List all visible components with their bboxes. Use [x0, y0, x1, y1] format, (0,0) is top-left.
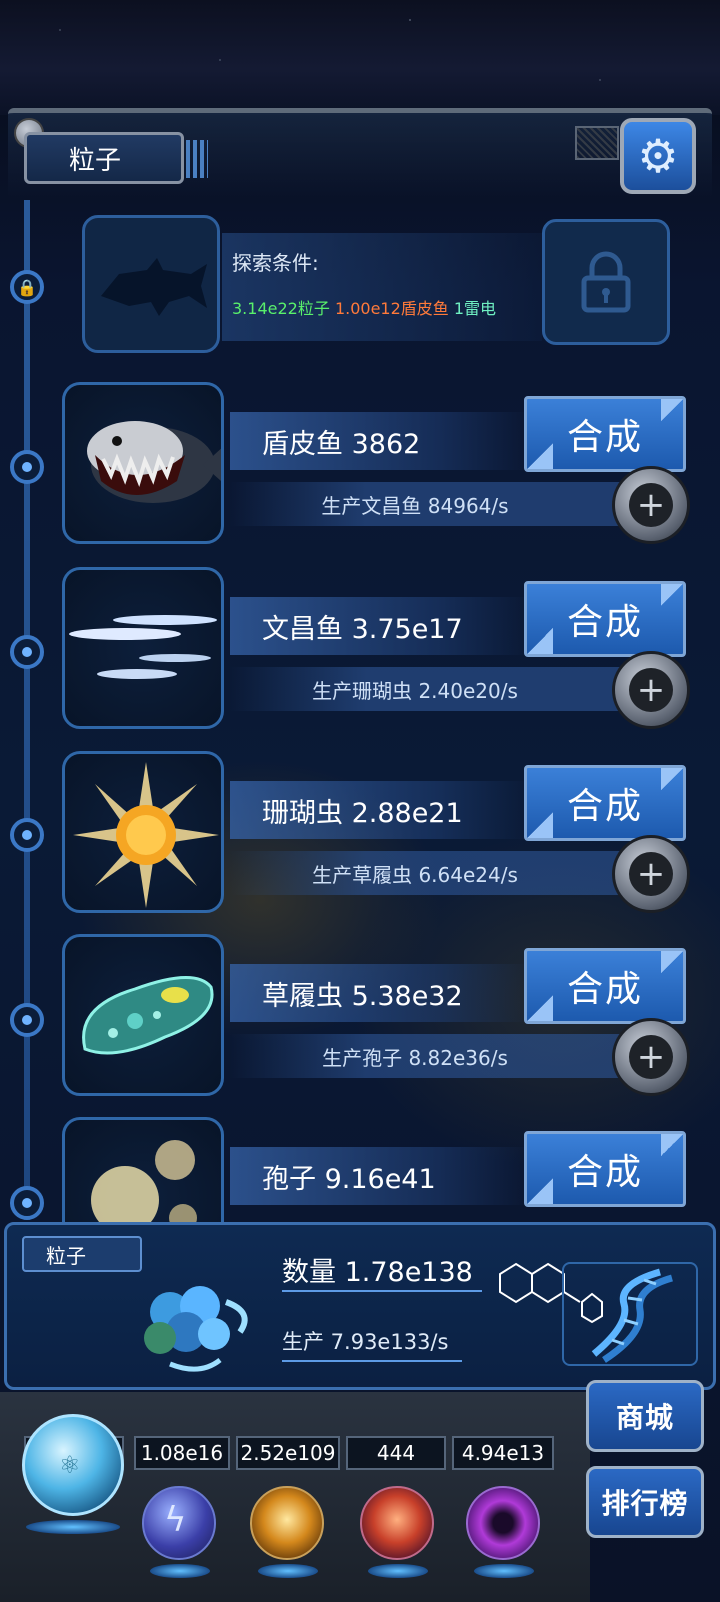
condition-title: 探索条件: — [232, 251, 319, 275]
requirement-particles: 3.14e22粒子 — [232, 299, 330, 318]
space-background — [0, 0, 720, 115]
production-rate: 生产文昌鱼 84964/s — [230, 482, 620, 526]
particle-production: 生产 7.93e133/s — [282, 1330, 449, 1354]
progress-rail — [24, 200, 30, 1220]
locked-button[interactable] — [542, 219, 670, 345]
creature-name: 文昌鱼 3.75e17 — [230, 597, 530, 655]
resource-energy: 2.52e109 — [236, 1436, 340, 1470]
orb-pedestal — [474, 1564, 534, 1578]
dna-icon — [591, 1268, 673, 1363]
production-underline — [282, 1360, 462, 1362]
dunkleosteus-icon — [87, 421, 221, 503]
orb-pedestal — [258, 1564, 318, 1578]
creature-thumb-coral-polyp[interactable] — [62, 751, 224, 913]
creature-name: 草履虫 5.38e32 — [230, 964, 530, 1022]
rail-node — [10, 1003, 44, 1037]
plus-icon: + — [629, 483, 673, 527]
rail-node — [10, 818, 44, 852]
locked-creature-card: 探索条件: 3.14e22粒子 1.00e12盾皮鱼 1雷电 — [82, 215, 672, 355]
creature-row: 珊瑚虫 2.88e21 合成 生产草履虫 6.64e24/s + — [60, 751, 690, 919]
requirement-fish: 1.00e12盾皮鱼 — [334, 299, 449, 318]
blackhole-orb-button[interactable] — [466, 1486, 540, 1560]
rail-node — [10, 450, 44, 484]
synthesize-button[interactable]: 合成 — [524, 765, 686, 841]
creature-name: 盾皮鱼 3862 — [230, 412, 530, 470]
creature-name: 珊瑚虫 2.88e21 — [230, 781, 530, 839]
paramecium-icon — [82, 976, 214, 1055]
creature-row: 草履虫 5.38e32 合成 生产孢子 8.82e36/s + — [60, 934, 690, 1102]
gear-icon: ⚙ — [637, 129, 679, 183]
rail-node — [10, 635, 44, 669]
coral-polyp-icon — [73, 762, 219, 908]
resource-blackhole: 4.94e13 — [452, 1436, 554, 1470]
add-button[interactable]: + — [612, 835, 690, 913]
locked-creature-thumb — [82, 215, 220, 353]
particle-panel-tab: 粒子 — [22, 1236, 142, 1272]
creature-thumb-dunkleosteus[interactable] — [62, 382, 224, 544]
plus-icon: + — [629, 1035, 673, 1079]
synthesize-button[interactable]: 合成 — [524, 948, 686, 1024]
energy-orb-button[interactable] — [250, 1486, 324, 1560]
dna-panel[interactable] — [562, 1262, 698, 1366]
shop-button[interactable]: 商城 — [586, 1380, 704, 1452]
settings-button[interactable]: ⚙ — [620, 118, 696, 194]
shark-silhouette-icon — [101, 258, 207, 316]
add-button[interactable]: + — [612, 466, 690, 544]
synthesize-button[interactable]: 合成 — [524, 1131, 686, 1207]
resource-brain: 444 — [346, 1436, 446, 1470]
lancelet-icon — [69, 615, 217, 679]
production-rate: 生产珊瑚虫 2.40e20/s — [230, 667, 620, 711]
condition-requirements: 3.14e22粒子 1.00e12盾皮鱼 1雷电 — [232, 295, 496, 319]
page-title: 粒子 — [24, 132, 184, 184]
plus-icon: + — [629, 852, 673, 896]
lock-icon: 🔒 — [17, 277, 37, 297]
title-decoration — [186, 140, 208, 178]
lock-icon — [581, 251, 631, 313]
ranking-button[interactable]: 排行榜 — [586, 1466, 704, 1538]
game-screen: 粒子 ⚙ 🔒 探索条件: 3.14e22粒子 1.00e12盾皮鱼 1雷电 盾皮… — [0, 0, 720, 1602]
lightning-icon: ϟ — [164, 1500, 187, 1540]
synthesize-button[interactable]: 合成 — [524, 581, 686, 657]
creature-name: 孢子 9.16e41 — [230, 1147, 530, 1205]
count-underline — [282, 1290, 482, 1292]
requirement-thunder: 1雷电 — [453, 299, 497, 318]
production-rate: 生产草履虫 6.64e24/s — [230, 851, 620, 895]
production-rate: 生产孢子 8.82e36/s — [230, 1034, 620, 1078]
orb-pedestal — [26, 1520, 120, 1534]
rail-node-locked: 🔒 — [10, 270, 44, 304]
thunder-orb-button[interactable]: ϟ — [142, 1486, 216, 1560]
creature-thumb-lancelet[interactable] — [62, 567, 224, 729]
resource-thunder: 1.08e16 — [134, 1436, 230, 1470]
synthesize-button[interactable]: 合成 — [524, 396, 686, 472]
particle-orb-button[interactable]: ⚛ — [22, 1414, 124, 1516]
creature-row: 文昌鱼 3.75e17 合成 生产珊瑚虫 2.40e20/s + — [60, 567, 690, 735]
plus-icon: + — [629, 668, 673, 712]
add-button[interactable]: + — [612, 1018, 690, 1096]
rail-node — [10, 1186, 44, 1220]
add-button[interactable]: + — [612, 651, 690, 729]
orb-pedestal — [150, 1564, 210, 1578]
creature-row: 盾皮鱼 3862 合成 生产文昌鱼 84964/s + — [60, 382, 690, 550]
creature-thumb-paramecium[interactable] — [62, 934, 224, 1096]
brain-orb-button[interactable] — [360, 1486, 434, 1560]
particle-cluster-icon — [144, 1286, 248, 1372]
particle-count: 数量 1.78e138 — [282, 1257, 473, 1288]
atom-icon: ⚛ — [59, 1451, 81, 1479]
mesh-decoration — [575, 126, 619, 160]
orb-pedestal — [368, 1564, 428, 1578]
